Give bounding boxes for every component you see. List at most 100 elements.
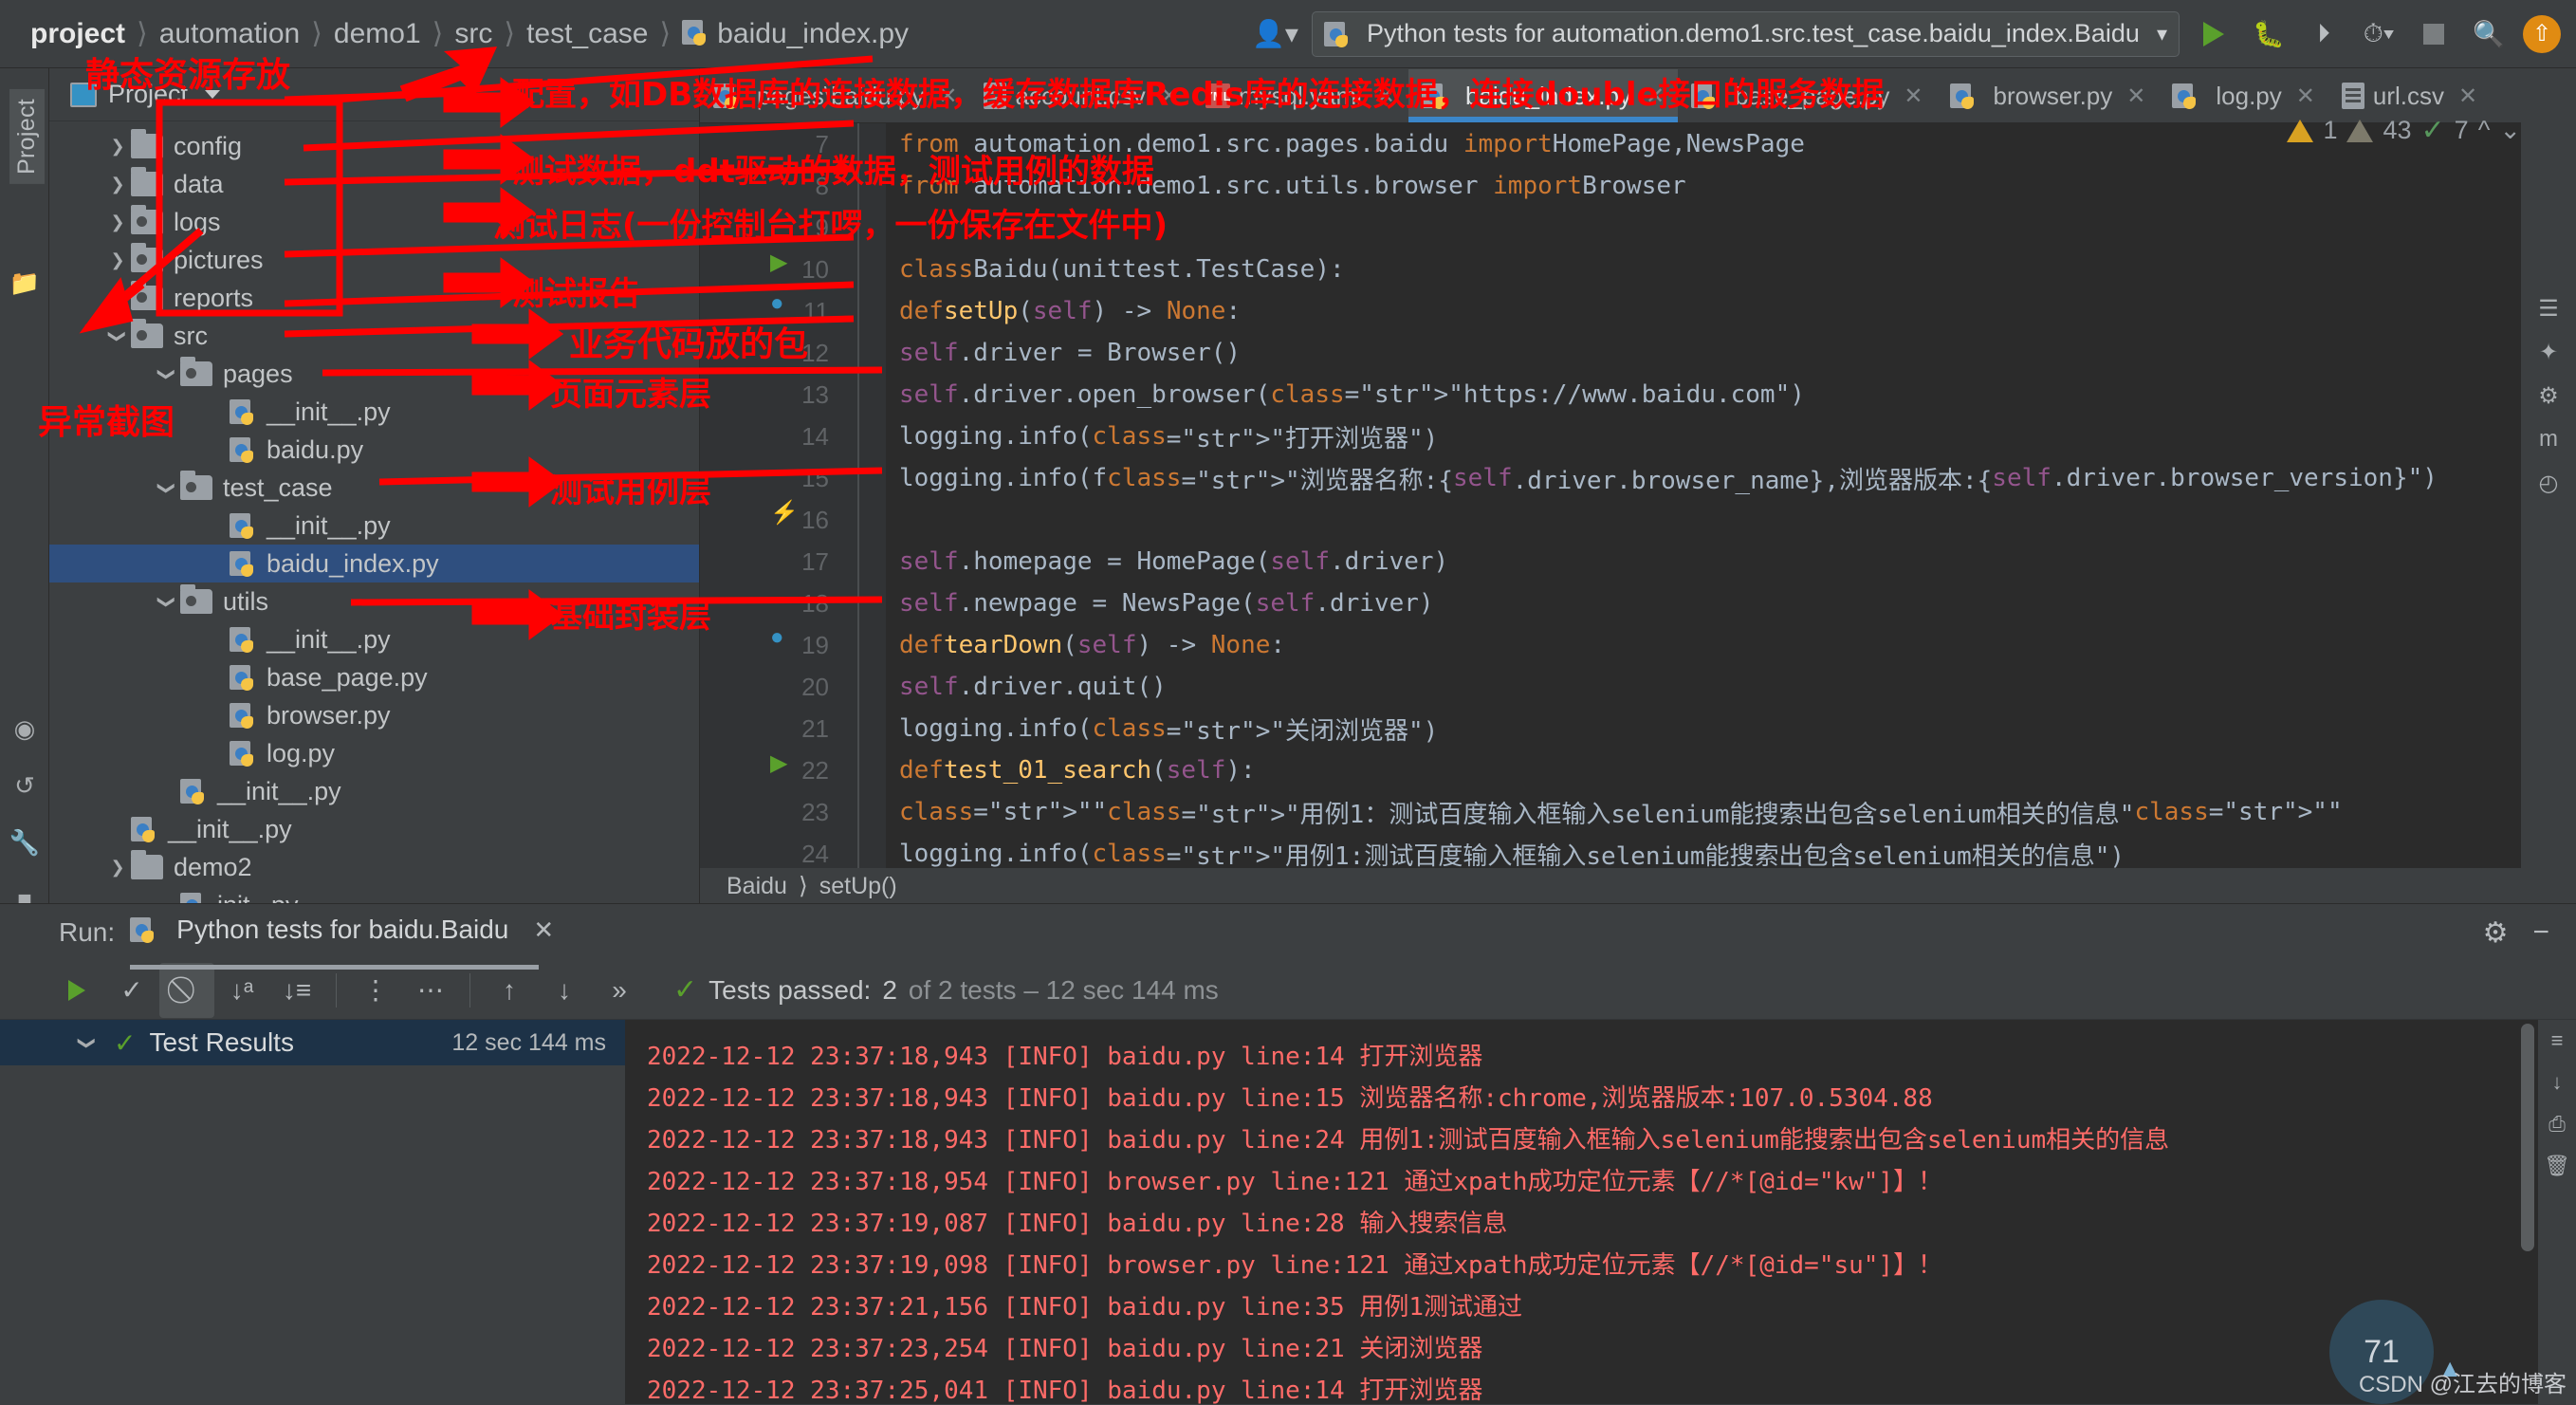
project-file-tree[interactable]: config data logs pictures reports src pages __i… xyxy=(49,121,699,924)
ignore-tests-icon[interactable]: ⃠ xyxy=(159,962,214,1018)
tree-item--init-py[interactable]: __init__.py xyxy=(49,810,699,848)
tree-item-log-py[interactable]: log.py xyxy=(49,734,699,772)
run-tab[interactable]: Python tests for baidu.Baidu ✕ xyxy=(130,903,567,970)
code-line[interactable] xyxy=(899,207,2576,249)
tree-item-utils[interactable]: utils xyxy=(49,582,699,620)
more-options-icon[interactable]: » xyxy=(592,963,647,1018)
wrench-icon[interactable]: 🔧 xyxy=(9,827,40,858)
next-failed-icon[interactable]: ↓ xyxy=(537,963,592,1018)
code-line[interactable]: self .driver.open_browser(class ="str">"ht… xyxy=(899,374,2576,416)
close-icon[interactable]: ✕ xyxy=(2458,83,2477,110)
chevron-down-icon[interactable] xyxy=(154,363,180,385)
close-icon[interactable]: ✕ xyxy=(938,83,957,110)
chevron-down-icon[interactable] xyxy=(154,591,180,613)
update-available-icon[interactable]: ⇧ xyxy=(2523,14,2561,53)
code-line[interactable]: self .homepage = HomePage(self .driver) xyxy=(899,541,2576,582)
show-passed-icon[interactable]: ✓ xyxy=(104,963,159,1018)
code-content[interactable]: from automation.demo1.src.pages.baidu im… xyxy=(886,123,2576,903)
code-line[interactable]: logging .info(class ="str">"关闭浏览器") xyxy=(899,708,2576,749)
chevron-right-icon[interactable] xyxy=(104,212,131,233)
user-account-icon[interactable]: 👤▾ xyxy=(1252,18,1298,49)
breadcrumb-item-test-case[interactable]: test_case xyxy=(517,18,657,50)
sort-by-duration-icon[interactable]: ↓≡ xyxy=(269,963,324,1018)
console-output[interactable]: 2022-12-12 23:37:18,943 [INFO] baidu.py … xyxy=(626,1020,2576,1404)
intention-bulb-icon[interactable]: ⚡ xyxy=(770,499,799,527)
editor-tab-mysql-yaml[interactable]: YML mysql.yaml ✕ xyxy=(1192,69,1408,122)
close-icon[interactable]: ✕ xyxy=(1904,83,1923,110)
breadcrumb-item-src[interactable]: src xyxy=(445,18,502,50)
chevron-right-icon[interactable] xyxy=(104,174,131,195)
notifications-icon[interactable]: ☰ xyxy=(2521,287,2576,330)
tree-item-pages[interactable]: pages xyxy=(49,355,699,393)
override-gutter-icon[interactable]: ● xyxy=(770,290,784,317)
tree-item-pictures[interactable]: pictures xyxy=(49,241,699,279)
run-test-gutter-icon[interactable]: ▶ xyxy=(770,749,787,777)
print-icon[interactable]: ⎙ xyxy=(2538,1103,2576,1145)
close-icon[interactable]: ✕ xyxy=(520,903,567,956)
tree-item-baidu-py[interactable]: baidu.py xyxy=(49,431,699,469)
maven-icon[interactable]: m xyxy=(2521,417,2576,461)
gradle-icon[interactable]: ⚙ xyxy=(2521,374,2576,417)
run-with-coverage-button[interactable]: ⏵ xyxy=(2303,13,2345,55)
close-icon[interactable]: ✕ xyxy=(1376,83,1395,110)
tree-item-data[interactable]: data xyxy=(49,165,699,203)
editor-tab-pages-baidu-py[interactable]: pages\baidu.py ✕ xyxy=(700,69,970,122)
scroll-to-end-icon[interactable]: ↓ xyxy=(2538,1062,2576,1103)
profile-button[interactable]: ⏱▾ xyxy=(2358,13,2400,55)
code-line[interactable]: def test_01_search(self): xyxy=(899,749,2576,791)
rerun-icon[interactable] xyxy=(49,963,104,1018)
wrap-text-icon[interactable]: ≡ xyxy=(2538,1020,2576,1062)
editor-tab-account-csv[interactable]: account.csv ✕ xyxy=(970,69,1191,122)
debug-button[interactable]: 🐛 xyxy=(2248,13,2290,55)
tree-item-browser-py[interactable]: browser.py xyxy=(49,696,699,734)
tree-item--init-py[interactable]: __init__.py xyxy=(49,507,699,545)
chevron-down-icon[interactable] xyxy=(104,325,131,347)
chevron-down-icon[interactable]: ⌄ xyxy=(2499,116,2521,145)
tree-item-test-case[interactable]: test_case xyxy=(49,469,699,507)
sort-alphabetically-icon[interactable]: ↓ᵃ xyxy=(214,963,269,1018)
chevron-down-icon[interactable] xyxy=(154,477,180,499)
tree-item-src[interactable]: src xyxy=(49,317,699,355)
code-line[interactable]: from automation.demo1.src.utils.browser … xyxy=(899,165,2576,207)
code-line[interactable] xyxy=(899,499,2576,541)
override-gutter-icon[interactable]: ● xyxy=(770,624,784,651)
tree-item--init-py[interactable]: __init__.py xyxy=(49,393,699,431)
editor-tab-browser-py[interactable]: browser.py ✕ xyxy=(1937,69,2160,122)
code-line[interactable]: self .newpage = NewsPage(self .driver) xyxy=(899,582,2576,624)
code-line[interactable]: self .driver.quit() xyxy=(899,666,2576,708)
clear-all-icon[interactable]: 🗑 xyxy=(2538,1145,2576,1187)
breadcrumb-item-automation[interactable]: automation xyxy=(150,18,309,50)
code-line[interactable]: self .driver = Browser() xyxy=(899,332,2576,374)
breadcrumb-class[interactable]: Baidu xyxy=(727,873,787,900)
breadcrumb-item-file[interactable]: baidu_index.py xyxy=(672,18,918,50)
code-line[interactable]: logging .info(f class ="str">"浏览器名称:{self .d… xyxy=(899,457,2576,499)
tree-item--init-py[interactable]: __init__.py xyxy=(49,772,699,810)
close-icon[interactable]: ✕ xyxy=(1646,83,1665,110)
tree-item-demo2[interactable]: demo2 xyxy=(49,848,699,886)
chevron-up-icon[interactable]: ^ xyxy=(2478,116,2491,145)
test-results-root-row[interactable]: ✓ Test Results 12 sec 144 ms xyxy=(0,1020,625,1065)
editor-tab-base-page-py[interactable]: base_page.py ✕ xyxy=(1678,69,1936,122)
breadcrumb-item-demo1[interactable]: demo1 xyxy=(324,18,431,50)
inspection-status[interactable]: 1 43 ✓ 7 ^ ⌄ xyxy=(2287,114,2521,147)
search-icon[interactable]: 🔍 xyxy=(2468,13,2510,55)
code-editor[interactable]: 7 8 9 10 11 12 13 14 15 16 17 18 19 20 21 22 23 24 ▶ ▶ ● ● ⚡ f… xyxy=(700,123,2576,903)
run-panel-actions[interactable]: ⚙ − xyxy=(2483,916,2576,950)
chevron-down-icon[interactable] xyxy=(205,90,221,99)
run-configuration-selector[interactable]: Python tests for automation.demo1.src.te… xyxy=(1311,10,2180,57)
tree-item-baidu-index-py[interactable]: baidu_index.py xyxy=(49,545,699,582)
code-folding-column[interactable] xyxy=(842,123,886,903)
collapse-all-icon[interactable]: ⋯ xyxy=(403,963,458,1018)
minimize-icon[interactable]: − xyxy=(2532,916,2549,950)
chevron-right-icon[interactable] xyxy=(104,250,131,271)
test-results-tree[interactable]: ✓ Test Results 12 sec 144 ms xyxy=(0,1020,626,1404)
previous-failed-icon[interactable]: ↑ xyxy=(482,963,537,1018)
expand-all-icon[interactable]: ⋮ xyxy=(348,963,403,1018)
tree-item-reports[interactable]: reports xyxy=(49,279,699,317)
commit-icon[interactable]: 📁 xyxy=(9,268,40,298)
stop-button[interactable] xyxy=(2413,13,2455,55)
run-test-gutter-icon[interactable]: ▶ xyxy=(770,249,787,276)
editor-tab-baidu-index-py[interactable]: baidu_index.py ✕ xyxy=(1408,69,1679,122)
sciview-icon[interactable]: ◴ xyxy=(2521,461,2576,505)
chevron-down-icon[interactable] xyxy=(74,1032,101,1054)
